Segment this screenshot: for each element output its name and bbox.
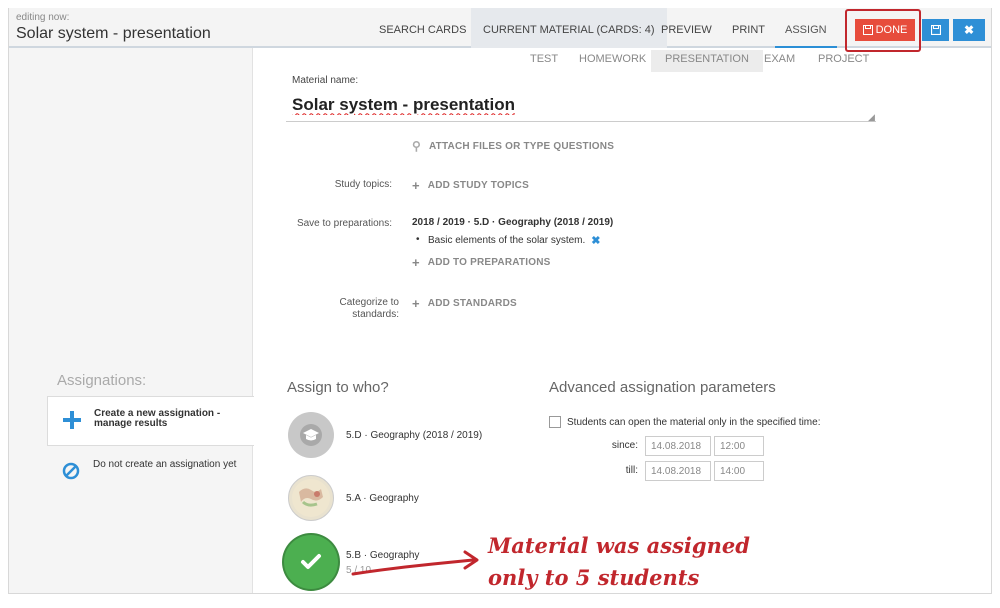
attach-files-label: ATTACH FILES OR TYPE QUESTIONS: [429, 140, 615, 152]
remove-topic-icon[interactable]: ✖: [591, 234, 600, 247]
close-button[interactable]: ✖: [953, 19, 985, 41]
time-restriction-checkbox[interactable]: [549, 416, 561, 428]
plus-icon: +: [412, 255, 420, 270]
tab-search-cards[interactable]: SEARCH CARDS: [379, 8, 466, 48]
class-map-icon: [288, 475, 334, 521]
class-item-5a[interactable]: 5.A · Geography: [288, 475, 548, 523]
done-button[interactable]: DONE: [855, 19, 915, 41]
time-restriction-row: Students can open the material only in t…: [549, 416, 820, 428]
sidebar-item-create-assignation[interactable]: Create a new assignation - manage result…: [47, 396, 254, 446]
add-study-topics-label: ADD STUDY TOPICS: [427, 180, 529, 191]
since-date-input[interactable]: [645, 436, 711, 456]
preparation-topic-item: • Basic elements of the solar system. ✖: [416, 234, 601, 247]
advanced-params-heading: Advanced assignation parameters: [549, 379, 776, 396]
till-date-input[interactable]: [645, 461, 711, 481]
material-type-project[interactable]: PROJECT: [818, 50, 869, 72]
study-topics-label: Study topics:: [334, 179, 392, 190]
class-name: 5.D · Geography (2018 / 2019): [346, 430, 483, 441]
material-type-presentation[interactable]: PRESENTATION: [651, 50, 763, 72]
class-item-5d[interactable]: 5.D · Geography (2018 / 2019): [288, 412, 548, 460]
attach-files-link[interactable]: ⚲ ATTACH FILES OR TYPE QUESTIONS: [412, 139, 614, 153]
material-type-homework[interactable]: HOMEWORK: [579, 50, 646, 72]
since-time-input[interactable]: [714, 436, 764, 456]
ban-icon: [61, 461, 81, 481]
till-time-input[interactable]: [714, 461, 764, 481]
save-button[interactable]: [922, 19, 949, 41]
add-to-preparations-link[interactable]: + ADD TO PREPARATIONS: [412, 255, 551, 270]
add-to-preparations-label: ADD TO PREPARATIONS: [427, 257, 551, 268]
tab-current-material[interactable]: CURRENT MATERIAL (CARDS: 4): [471, 8, 667, 48]
preparation-title: 2018 / 2019 · 5.D · Geography (2018 / 20…: [412, 217, 614, 228]
floppy-icon: [862, 25, 873, 35]
categorize-standards-label: Categorize to standards:: [339, 297, 399, 320]
floppy-icon: [930, 25, 941, 35]
paperclip-icon: ⚲: [412, 139, 421, 153]
assignations-heading: Assignations:: [57, 372, 147, 389]
main-panel: TEST HOMEWORK PRESENTATION EXAM PROJECT …: [254, 48, 991, 593]
time-restriction-label: Students can open the material only in t…: [567, 416, 821, 428]
assign-to-who-heading: Assign to who?: [287, 379, 389, 396]
check-icon: [284, 535, 338, 589]
done-label: DONE: [875, 24, 908, 36]
class-name: 5.A · Geography: [346, 493, 419, 504]
sidebar-item-no-assignation[interactable]: Do not create an assignation yet: [47, 448, 254, 498]
material-type-exam[interactable]: EXAM: [764, 50, 795, 72]
annotation-text: Material was assigned only to 5 students: [488, 530, 788, 594]
material-type-test[interactable]: TEST: [530, 50, 558, 72]
add-standards-label: ADD STANDARDS: [427, 298, 517, 309]
app-window: editing now: Solar system - presentation…: [8, 8, 992, 594]
material-name-input[interactable]: [286, 88, 876, 122]
since-label: since:: [611, 440, 638, 451]
add-standards-link[interactable]: + ADD STANDARDS: [412, 296, 517, 311]
sidebar-item-label: Create a new assignation - manage result…: [94, 408, 221, 429]
preparation-topic-label: Basic elements of the solar system.: [428, 235, 586, 246]
document-title: Solar system - presentation: [16, 25, 211, 42]
annotation-line-2: only to 5 students: [488, 565, 700, 590]
bullet-icon: •: [416, 234, 420, 245]
sidebar-item-label: Do not create an assignation yet: [93, 459, 237, 470]
annotation-line-1: Material was assigned: [488, 533, 750, 558]
sidebar: Assignations: Create a new assignation -…: [9, 48, 254, 593]
material-name-label: Material name:: [292, 75, 359, 86]
annotation-arrow-icon: [351, 550, 479, 576]
close-icon: ✖: [963, 23, 975, 37]
add-study-topics-link[interactable]: + ADD STUDY TOPICS: [412, 178, 529, 193]
graduation-cap-icon: [288, 412, 334, 458]
tab-preview[interactable]: PREVIEW: [661, 8, 712, 48]
resize-grip-icon[interactable]: ◢: [868, 112, 875, 123]
plus-icon: +: [412, 296, 420, 311]
top-bar: editing now: Solar system - presentation…: [9, 8, 991, 48]
tab-print[interactable]: PRINT: [732, 8, 765, 48]
save-to-preparations-label: Save to preparations:: [296, 218, 392, 229]
tab-assign[interactable]: ASSIGN: [775, 8, 837, 48]
till-label: till:: [625, 465, 638, 476]
plus-icon: +: [412, 178, 420, 193]
plus-icon: [62, 410, 82, 430]
editing-now-label: editing now:: [16, 12, 70, 23]
